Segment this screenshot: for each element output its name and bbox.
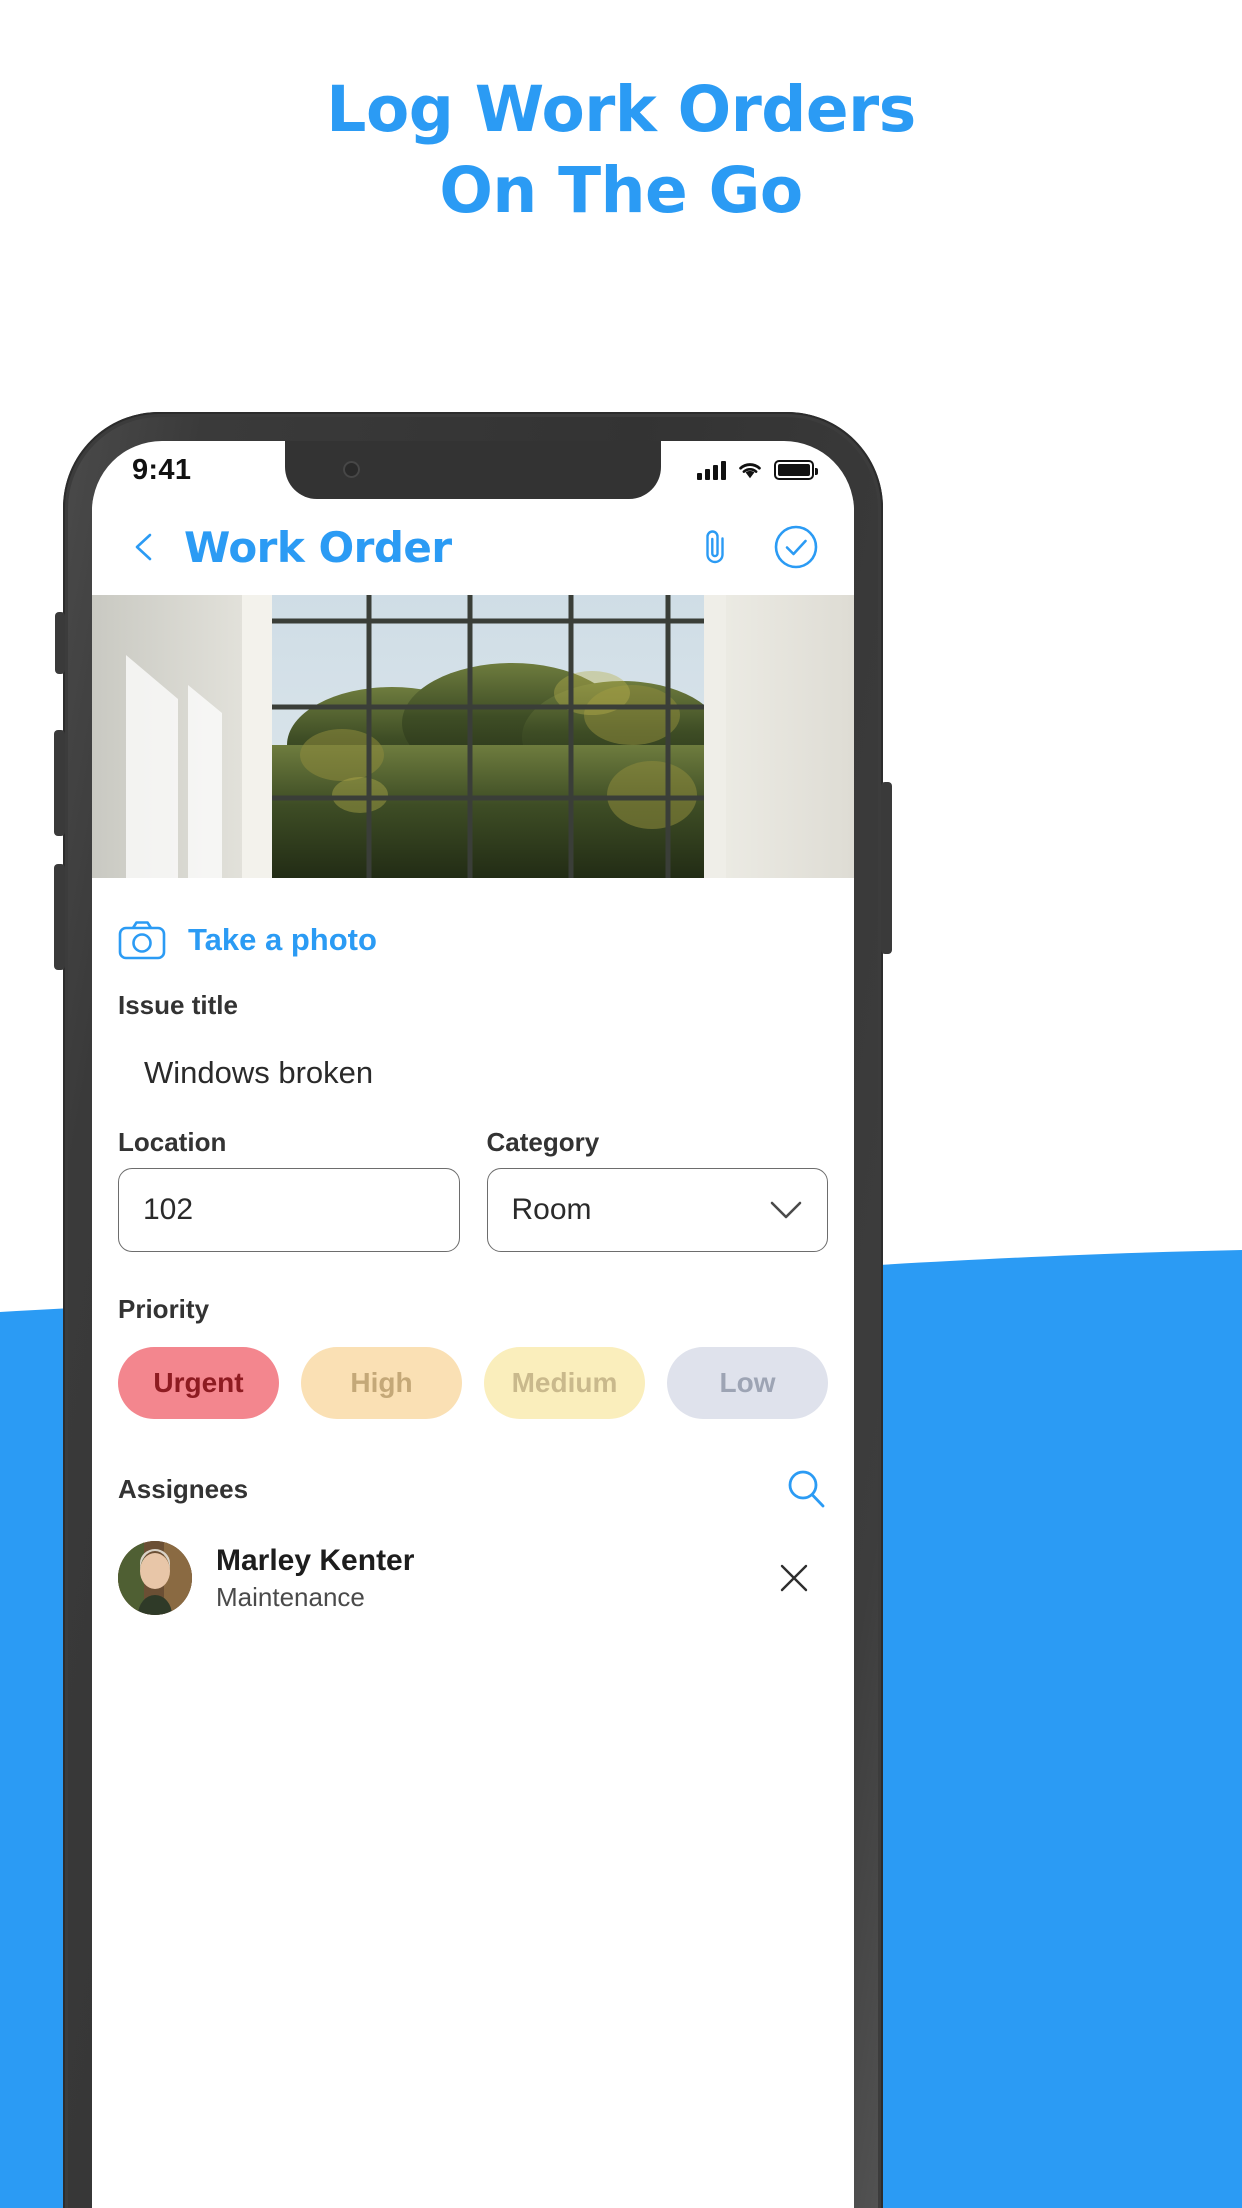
status-time: 9:41 — [132, 453, 192, 486]
work-order-form: Take a photo Issue title Windows broken … — [92, 878, 854, 2208]
work-order-photo[interactable] — [92, 595, 854, 878]
notch — [285, 441, 661, 499]
issue-title-label: Issue title — [118, 990, 238, 1020]
promo-headline: Log Work Orders On The Go — [0, 78, 1242, 222]
list-item[interactable]: Marley Kenter Maintenance — [118, 1541, 828, 1615]
location-category-row: Location 102 Category Room — [118, 1127, 828, 1252]
priority-high-label: High — [350, 1367, 413, 1398]
close-icon[interactable] — [774, 1558, 814, 1598]
take-photo-button[interactable]: Take a photo — [118, 878, 828, 990]
category-field: Category Room — [486, 1127, 828, 1252]
page-title: Work Order — [184, 522, 452, 572]
assignee-name: Marley Kenter — [216, 1543, 415, 1577]
phone-mockup: 9:41 Work Order Take a photo Issue title… — [54, 412, 892, 2208]
front-camera-icon — [343, 461, 360, 478]
category-select[interactable]: Room — [486, 1168, 828, 1252]
assignees-label: Assignees — [118, 1473, 249, 1504]
take-photo-label: Take a photo — [188, 922, 377, 957]
headline-line-2: On The Go — [439, 154, 803, 227]
location-label: Location — [118, 1127, 227, 1157]
assignees-header: Assignees — [118, 1467, 828, 1511]
priority-options: Urgent High Medium Low — [118, 1347, 828, 1419]
location-value: 102 — [143, 1193, 194, 1226]
priority-option-urgent[interactable]: Urgent — [118, 1347, 279, 1419]
chevron-down-icon — [770, 1201, 802, 1219]
category-value: Room — [511, 1193, 592, 1226]
power-button[interactable] — [881, 782, 892, 954]
priority-medium-label: Medium — [511, 1367, 618, 1398]
chevron-left-icon[interactable] — [128, 530, 162, 564]
priority-label: Priority — [118, 1294, 210, 1324]
mute-switch[interactable] — [55, 612, 65, 674]
camera-icon — [118, 921, 166, 960]
search-icon[interactable] — [784, 1467, 828, 1511]
priority-urgent-label: Urgent — [153, 1367, 244, 1398]
location-input[interactable]: 102 — [118, 1168, 460, 1252]
paperclip-icon[interactable] — [698, 527, 732, 567]
headline-line-1: Log Work Orders — [326, 73, 916, 146]
category-label: Category — [486, 1127, 600, 1157]
priority-option-medium[interactable]: Medium — [484, 1347, 645, 1419]
battery-full-icon — [774, 460, 818, 480]
assignee-role: Maintenance — [216, 1581, 365, 1612]
cellular-bars-icon — [697, 460, 726, 480]
check-circle-icon[interactable] — [774, 525, 818, 569]
volume-up-button[interactable] — [54, 730, 65, 836]
promo-screenshot: Log Work Orders On The Go 9:41 Work Orde… — [0, 0, 1242, 2208]
issue-title-input[interactable]: Windows broken — [118, 1031, 828, 1121]
volume-down-button[interactable] — [54, 864, 65, 970]
assignee-info: Marley Kenter Maintenance — [216, 1544, 414, 1613]
header-actions — [698, 525, 818, 569]
priority-low-label: Low — [719, 1367, 776, 1398]
app-header: Work Order — [92, 499, 854, 595]
priority-option-high[interactable]: High — [301, 1347, 462, 1419]
wifi-icon — [739, 463, 761, 479]
avatar — [118, 1541, 192, 1615]
status-icons — [697, 460, 818, 480]
priority-option-low[interactable]: Low — [667, 1347, 828, 1419]
location-field: Location 102 — [118, 1127, 460, 1252]
phone-screen: 9:41 Work Order Take a photo Issue title… — [92, 441, 854, 2208]
